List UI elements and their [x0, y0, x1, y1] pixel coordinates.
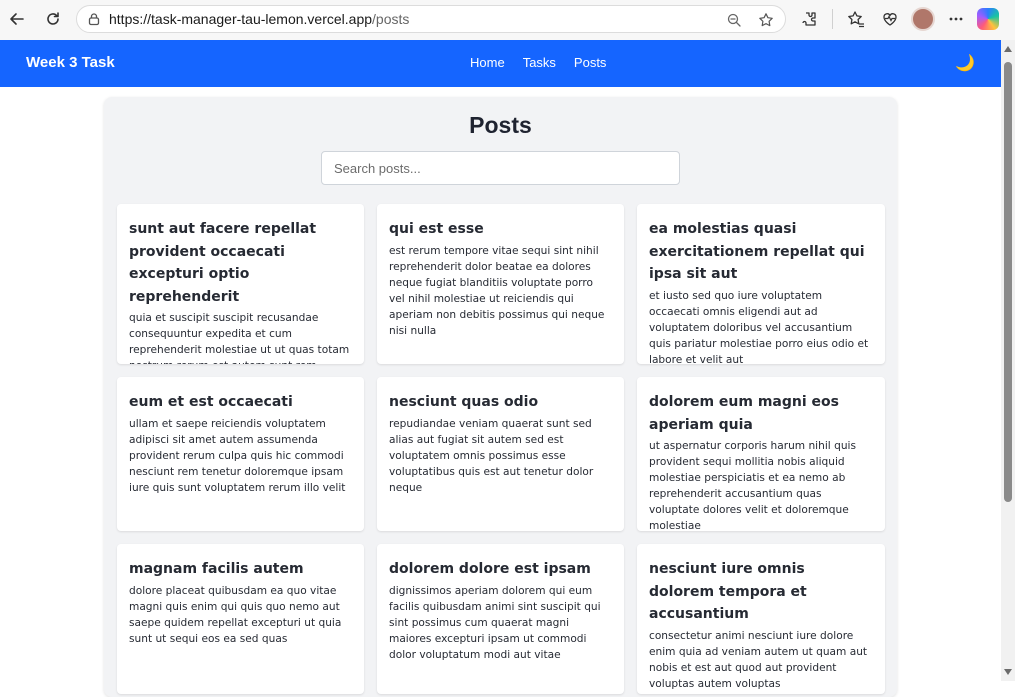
post-card: nesciunt iure omnis dolorem tempora et a… [637, 544, 885, 694]
post-card: eum et est occaecati ullam et saepe reic… [117, 377, 364, 531]
post-card: magnam facilis autem dolore placeat quib… [117, 544, 364, 694]
post-body: ut aspernatur corporis harum nihil quis … [649, 440, 856, 531]
post-card: sunt aut facere repellat provident occae… [117, 204, 364, 364]
post-title: qui est esse [389, 221, 484, 237]
post-body: dignissimos aperiam dolorem qui eum faci… [389, 584, 601, 661]
app-navbar: Week 3 Task Home Tasks Posts 🌙 [0, 40, 1001, 87]
page-scrollbar[interactable] [1001, 40, 1015, 681]
reload-icon[interactable] [40, 6, 66, 32]
page-title: Posts [469, 112, 532, 138]
search-input[interactable] [321, 151, 680, 185]
post-title: eum et est occaecati [129, 394, 293, 410]
post-body: dolore placeat quibusdam ea quo vitae ma… [129, 584, 342, 645]
brand-title[interactable]: Week 3 Task [26, 54, 115, 71]
post-card: qui est esse est rerum tempore vitae seq… [377, 204, 624, 364]
post-title: ea molestias quasi exercitationem repell… [649, 221, 865, 282]
post-body: quia et suscipit suscipit recusandae con… [129, 312, 350, 364]
post-title: dolorem dolore est ipsam [389, 561, 591, 577]
nav-link-posts[interactable]: Posts [574, 55, 607, 70]
url-host: https://task-manager-tau-lemon.vercel.ap… [109, 11, 373, 27]
favorite-star-icon[interactable] [755, 9, 777, 31]
extensions-icon[interactable] [796, 6, 822, 32]
post-body: est rerum tempore vitae sequi sint nihil… [389, 244, 605, 337]
post-title: dolorem eum magni eos aperiam quia [649, 394, 839, 433]
moon-icon[interactable]: 🌙 [955, 53, 975, 72]
scroll-up-arrow-icon[interactable] [1004, 46, 1012, 52]
post-body: repudiandae veniam quaerat sunt sed alia… [389, 417, 594, 494]
post-title: nesciunt quas odio [389, 394, 539, 410]
more-options-icon[interactable] [943, 6, 969, 32]
browser-toolbar: https://task-manager-tau-lemon.vercel.ap… [0, 0, 1015, 40]
post-body: ullam et saepe reiciendis voluptatem adi… [129, 417, 346, 494]
back-arrow-icon[interactable] [4, 6, 30, 32]
favorites-icon[interactable] [843, 6, 869, 32]
post-card: nesciunt quas odio repudiandae veniam qu… [377, 377, 624, 531]
post-body: consectetur animi nesciunt iure dolore e… [649, 629, 868, 690]
site-info-icon[interactable] [85, 10, 103, 28]
post-title: nesciunt iure omnis dolorem tempora et a… [649, 561, 807, 622]
posts-grid: sunt aut facere repellat provident occae… [117, 204, 885, 694]
post-card: dolorem eum magni eos aperiam quia ut as… [637, 377, 885, 531]
profile-avatar[interactable] [911, 7, 935, 31]
copilot-icon[interactable] [977, 8, 999, 30]
toolbar-divider [832, 9, 833, 29]
post-card: ea molestias quasi exercitationem repell… [637, 204, 885, 364]
post-card: dolorem dolore est ipsam dignissimos ape… [377, 544, 624, 694]
post-body: et iusto sed quo iure voluptatem occaeca… [649, 289, 869, 365]
post-title: magnam facilis autem [129, 561, 304, 577]
browser-essentials-icon[interactable] [877, 6, 903, 32]
url-text: https://task-manager-tau-lemon.vercel.ap… [109, 11, 409, 27]
nav-link-tasks[interactable]: Tasks [523, 55, 556, 70]
address-bar[interactable]: https://task-manager-tau-lemon.vercel.ap… [76, 5, 786, 33]
scroll-down-arrow-icon[interactable] [1004, 669, 1012, 675]
posts-panel: Posts sunt aut facere repellat provident… [104, 97, 897, 697]
nav-link-home[interactable]: Home [470, 55, 505, 70]
post-title: sunt aut facere repellat provident occae… [129, 221, 317, 305]
scrollbar-thumb[interactable] [1004, 62, 1012, 502]
url-path: /posts [372, 11, 410, 27]
zoom-icon[interactable] [723, 9, 745, 31]
nav-links: Home Tasks Posts [470, 55, 606, 70]
